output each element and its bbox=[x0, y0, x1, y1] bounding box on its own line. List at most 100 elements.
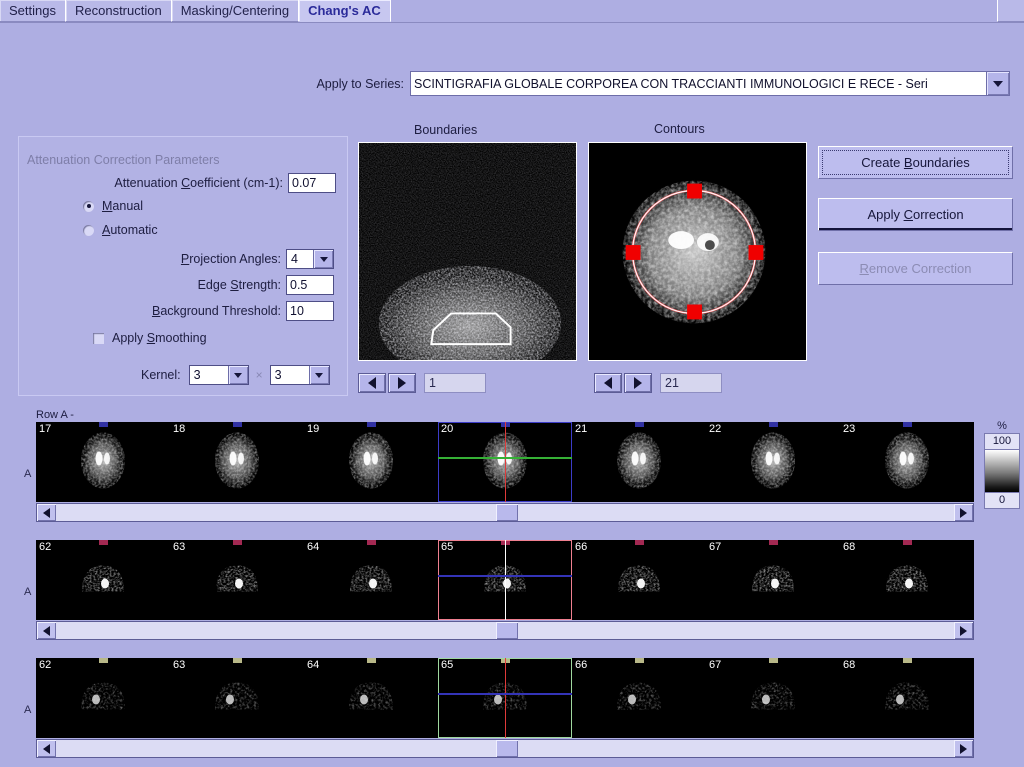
filmstrip-slice-cell[interactable]: 67 bbox=[706, 540, 840, 620]
filmstrip-slice-cell[interactable]: 65 bbox=[438, 540, 572, 620]
filmstrip-slice-cell[interactable]: 66 bbox=[572, 540, 706, 620]
slice-number: 23 bbox=[843, 423, 856, 435]
background-threshold-input[interactable]: 10 bbox=[286, 301, 334, 321]
scroll-right-button[interactable] bbox=[954, 740, 973, 757]
slice-number: 62 bbox=[39, 541, 52, 553]
boundaries-slice-number[interactable]: 1 bbox=[424, 373, 486, 393]
slice-number: 64 bbox=[307, 541, 320, 553]
slice-thumbnail bbox=[604, 544, 674, 617]
radio-manual[interactable] bbox=[83, 200, 94, 212]
colorbar-max[interactable]: 100 bbox=[984, 433, 1020, 450]
crosshair-horizontal bbox=[438, 457, 572, 460]
filmstrip-slice-cell[interactable]: 66 bbox=[572, 658, 706, 738]
crosshair-vertical bbox=[505, 658, 506, 738]
scroll-thumb[interactable] bbox=[496, 740, 519, 757]
filmstrip-scrollbar[interactable] bbox=[36, 621, 974, 640]
chevron-down-icon[interactable] bbox=[986, 72, 1009, 95]
slice-thumbnail bbox=[336, 662, 406, 735]
create-boundaries-button[interactable]: Create Boundaries bbox=[818, 146, 1013, 179]
scroll-left-button[interactable] bbox=[37, 504, 56, 521]
boundaries-nav: 1 bbox=[358, 373, 486, 393]
filmstrip-cells: 17 18 19 20 21 22 23 bbox=[36, 422, 974, 502]
filmstrip-slice-cell[interactable]: 63 bbox=[170, 540, 304, 620]
colorbar-gradient[interactable] bbox=[984, 450, 1020, 492]
series-combobox[interactable]: SCINTIGRAFIA GLOBALE CORPOREA CON TRACCI… bbox=[410, 71, 1010, 96]
kernel-height-select[interactable]: 3 bbox=[269, 365, 330, 385]
chevron-down-icon[interactable] bbox=[308, 366, 329, 384]
filmstrip-scrollbar[interactable] bbox=[36, 503, 974, 522]
filmstrip-slice-cell[interactable]: 64 bbox=[304, 658, 438, 738]
contours-image[interactable] bbox=[588, 142, 807, 361]
tab-settings[interactable]: Settings bbox=[0, 0, 66, 22]
kernel-width-select[interactable]: 3 bbox=[188, 365, 249, 385]
background-threshold-row: Background Threshold: 10 bbox=[79, 301, 334, 321]
slice-tick-marker bbox=[903, 422, 912, 427]
contours-prev-button[interactable] bbox=[594, 373, 622, 393]
background-threshold-label: Background Threshold: bbox=[151, 304, 281, 318]
filmstrip-slice-cell[interactable]: 21 bbox=[572, 422, 706, 502]
filmstrip-slice-cell[interactable]: 18 bbox=[170, 422, 304, 502]
slice-number: 67 bbox=[709, 541, 722, 553]
slice-thumbnail bbox=[872, 662, 942, 735]
projection-angles-select[interactable]: 4 bbox=[286, 249, 334, 269]
scroll-right-button[interactable] bbox=[954, 622, 973, 639]
scroll-track[interactable] bbox=[56, 740, 954, 757]
scroll-thumb[interactable] bbox=[496, 504, 519, 521]
scroll-right-button[interactable] bbox=[954, 504, 973, 521]
mode-automatic-radio-row[interactable]: Automatic bbox=[83, 223, 158, 237]
filmstrip-slice-cell[interactable]: 64 bbox=[304, 540, 438, 620]
filmstrip-scrollbar[interactable] bbox=[36, 739, 974, 758]
slice-number: 21 bbox=[575, 423, 588, 435]
slice-thumbnail bbox=[336, 426, 406, 499]
crosshair-vertical bbox=[505, 422, 506, 502]
filmstrip-slice-cell[interactable]: 65 bbox=[438, 658, 572, 738]
apply-correction-button[interactable]: Apply Correction bbox=[818, 198, 1013, 231]
slice-number: 66 bbox=[575, 659, 588, 671]
filmstrip-slice-cell[interactable]: 62 bbox=[36, 540, 170, 620]
filmstrip-slice-cell[interactable]: 17 bbox=[36, 422, 170, 502]
boundaries-image[interactable] bbox=[358, 142, 577, 361]
filmstrip-slice-cell[interactable]: 19 bbox=[304, 422, 438, 502]
chevron-down-icon[interactable] bbox=[227, 366, 248, 384]
tab-reconstruction[interactable]: Reconstruction bbox=[65, 0, 172, 22]
slice-tick-marker bbox=[769, 658, 778, 663]
filmstrip-slice-cell[interactable]: 68 bbox=[840, 540, 974, 620]
apply-smoothing-row[interactable]: Apply Smoothing bbox=[93, 331, 207, 345]
scroll-left-button[interactable] bbox=[37, 622, 56, 639]
scroll-left-button[interactable] bbox=[37, 740, 56, 757]
filmstrip-slice-cell[interactable]: 20 bbox=[438, 422, 572, 502]
scroll-track[interactable] bbox=[56, 622, 954, 639]
mode-manual-radio-row[interactable]: Manual bbox=[83, 199, 143, 213]
slice-number: 17 bbox=[39, 423, 52, 435]
remove-correction-button: Remove Correction bbox=[818, 252, 1013, 285]
edge-strength-row: Edge Strength: 0.5 bbox=[139, 275, 334, 295]
filmstrip-side-label: A bbox=[24, 586, 32, 598]
boundaries-next-button[interactable] bbox=[388, 373, 416, 393]
filmstrip-slice-cell[interactable]: 63 bbox=[170, 658, 304, 738]
tab-masking-centering[interactable]: Masking/Centering bbox=[171, 0, 300, 22]
radio-automatic[interactable] bbox=[83, 224, 94, 236]
colorbar-min[interactable]: 0 bbox=[984, 492, 1020, 509]
contours-slice-number[interactable]: 21 bbox=[660, 373, 722, 393]
edge-strength-input[interactable]: 0.5 bbox=[286, 275, 334, 295]
tab-chang-s-ac[interactable]: Chang's AC bbox=[299, 0, 391, 22]
top-pane: Apply to Series: SCINTIGRAFIA GLOBALE CO… bbox=[0, 24, 1024, 399]
scroll-thumb[interactable] bbox=[496, 622, 519, 639]
chevron-down-icon[interactable] bbox=[313, 250, 333, 268]
colorbar-unit: % bbox=[997, 420, 1007, 432]
attenuation-coefficient-input[interactable]: 0.07 bbox=[288, 173, 336, 193]
contours-next-button[interactable] bbox=[624, 373, 652, 393]
filmstrip-slice-cell[interactable]: 68 bbox=[840, 658, 974, 738]
contours-scan-graphic bbox=[589, 143, 806, 360]
checkbox-apply-smoothing[interactable] bbox=[93, 332, 104, 344]
tab-bar: Settings Reconstruction Masking/Centering C… bbox=[0, 0, 1024, 23]
boundaries-prev-button[interactable] bbox=[358, 373, 386, 393]
filmstrip-slice-cell[interactable]: 62 bbox=[36, 658, 170, 738]
slice-thumbnail bbox=[202, 426, 272, 499]
filmstrip-slice-cell[interactable]: 23 bbox=[840, 422, 974, 502]
filmstrip-side-label: A bbox=[24, 468, 32, 480]
filmstrip-slice-cell[interactable]: 22 bbox=[706, 422, 840, 502]
slice-number: 65 bbox=[441, 659, 454, 671]
scroll-track[interactable] bbox=[56, 504, 954, 521]
filmstrip-slice-cell[interactable]: 67 bbox=[706, 658, 840, 738]
